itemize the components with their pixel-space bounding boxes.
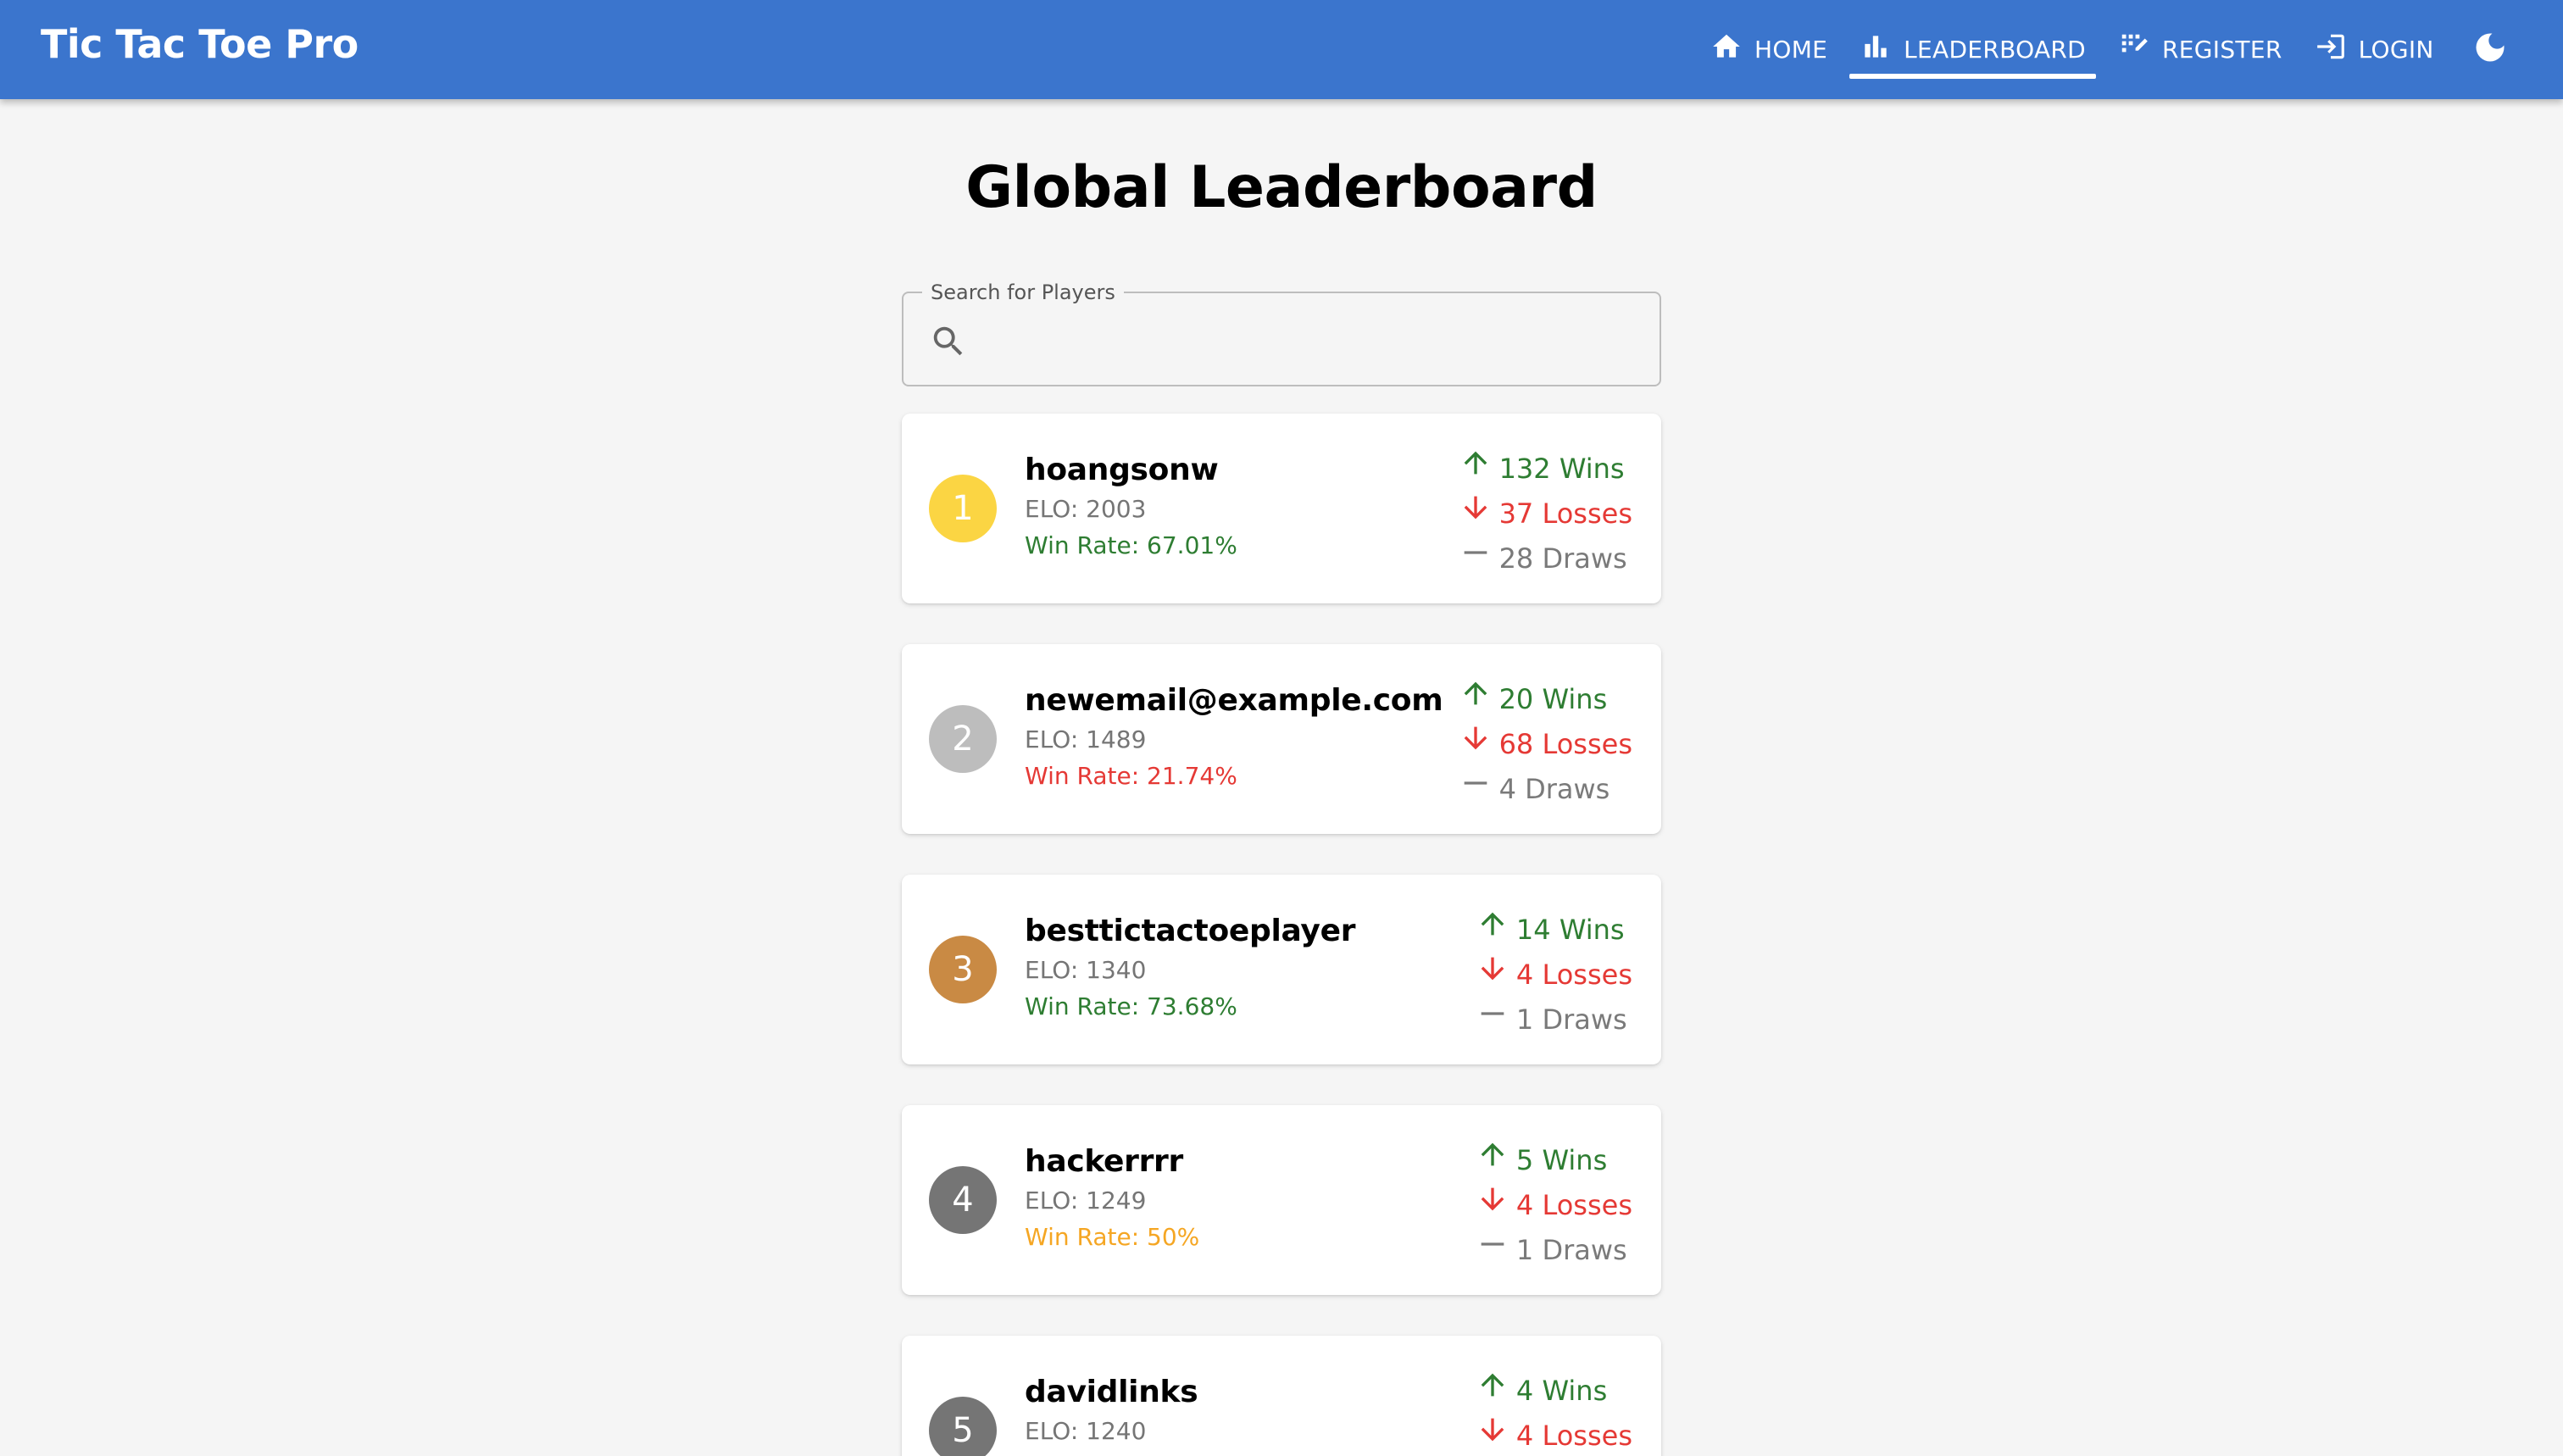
- player-elo: ELO: 2003: [1025, 495, 1147, 523]
- theme-toggle-button[interactable]: [2466, 25, 2514, 73]
- leaderboard-icon: [1860, 31, 1892, 69]
- dash-icon: [1476, 997, 1509, 1042]
- nav-register-label: REGISTER: [2162, 36, 2282, 64]
- arrow-up-icon: [1459, 446, 1493, 491]
- nav-leaderboard[interactable]: LEADERBOARD: [1849, 0, 2096, 99]
- arrow-up-icon: [1476, 1137, 1509, 1182]
- player-win-rate: Win Rate: 67.01%: [1025, 531, 1237, 559]
- search-icon: [929, 322, 968, 361]
- rank-badge: 5: [929, 1397, 997, 1456]
- home-icon: [1710, 31, 1743, 69]
- player-win-rate: Win Rate: 21.74%: [1025, 762, 1237, 790]
- nav-register[interactable]: REGISTER: [2108, 0, 2293, 99]
- page-title: Global Leaderboard: [965, 154, 1598, 221]
- app-title[interactable]: Tic Tac Toe Pro: [41, 20, 359, 68]
- register-icon: [2118, 31, 2150, 69]
- player-card[interactable]: 1 hoangsonw ELO: 2003 Win Rate: 67.01% 1…: [902, 414, 1661, 603]
- wins-count: 132 Wins: [1498, 452, 1625, 485]
- search-input[interactable]: [988, 310, 1641, 370]
- wins-count: 4 Wins: [1515, 1374, 1608, 1407]
- player-name: hoangsonw: [1025, 453, 1219, 487]
- draws-count: 28 Draws: [1498, 542, 1627, 575]
- main-nav: HOME LEADERBOARD REGISTER LOGIN: [1700, 0, 2444, 99]
- losses-count: 37 Losses: [1498, 497, 1632, 530]
- losses-count: 4 Losses: [1515, 1188, 1632, 1221]
- player-elo: ELO: 1240: [1025, 1417, 1147, 1445]
- losses-count: 68 Losses: [1498, 727, 1632, 760]
- arrow-down-icon: [1476, 952, 1509, 997]
- player-card[interactable]: 4 hackerrrr ELO: 1249 Win Rate: 50% 5 Wi…: [902, 1105, 1661, 1295]
- arrow-down-icon: [1459, 721, 1493, 766]
- nav-home[interactable]: HOME: [1700, 0, 1837, 99]
- nav-leaderboard-label: LEADERBOARD: [1904, 36, 2087, 64]
- rank-badge: 3: [929, 936, 997, 1003]
- arrow-down-icon: [1476, 1413, 1509, 1456]
- login-icon: [2315, 31, 2347, 69]
- rank-badge: 1: [929, 475, 997, 542]
- player-card[interactable]: 5 davidlinks ELO: 1240 4 Wins 4 Losses: [902, 1336, 1661, 1456]
- arrow-up-icon: [1459, 676, 1493, 721]
- dash-icon: [1459, 766, 1493, 811]
- moon-icon: [2471, 29, 2509, 69]
- dash-icon: [1459, 536, 1493, 581]
- nav-login-label: LOGIN: [2358, 36, 2434, 64]
- player-win-rate: Win Rate: 50%: [1025, 1223, 1200, 1251]
- player-elo: ELO: 1340: [1025, 956, 1147, 984]
- arrow-down-icon: [1476, 1182, 1509, 1227]
- draws-count: 4 Draws: [1498, 772, 1610, 805]
- player-name: newemail@example.com: [1025, 683, 1443, 718]
- player-win-rate: Win Rate: 73.68%: [1025, 992, 1237, 1020]
- arrow-up-icon: [1476, 907, 1509, 952]
- player-name: hackerrrr: [1025, 1144, 1183, 1179]
- player-card[interactable]: 3 besttictactoeplayer ELO: 1340 Win Rate…: [902, 875, 1661, 1064]
- losses-count: 4 Losses: [1515, 1419, 1632, 1452]
- draws-count: 1 Draws: [1515, 1233, 1627, 1266]
- nav-login[interactable]: LOGIN: [2304, 0, 2444, 99]
- rank-badge: 2: [929, 705, 997, 773]
- draws-count: 1 Draws: [1515, 1003, 1627, 1036]
- nav-home-label: HOME: [1754, 36, 1828, 64]
- wins-count: 14 Wins: [1515, 913, 1625, 946]
- arrow-down-icon: [1459, 491, 1493, 536]
- player-search-field[interactable]: Search for Players: [902, 280, 1661, 386]
- wins-count: 20 Wins: [1498, 682, 1608, 715]
- player-name: davidlinks: [1025, 1375, 1198, 1409]
- player-elo: ELO: 1489: [1025, 725, 1147, 753]
- losses-count: 4 Losses: [1515, 958, 1632, 991]
- dash-icon: [1476, 1227, 1509, 1272]
- player-card[interactable]: 2 newemail@example.com ELO: 1489 Win Rat…: [902, 644, 1661, 834]
- wins-count: 5 Wins: [1515, 1143, 1608, 1176]
- app-bar: Tic Tac Toe Pro HOME LEADERBOARD REGISTE…: [0, 0, 2563, 99]
- search-label: Search for Players: [922, 280, 1124, 305]
- arrow-up-icon: [1476, 1368, 1509, 1413]
- rank-badge: 4: [929, 1166, 997, 1234]
- player-elo: ELO: 1249: [1025, 1186, 1147, 1214]
- player-name: besttictactoeplayer: [1025, 914, 1356, 948]
